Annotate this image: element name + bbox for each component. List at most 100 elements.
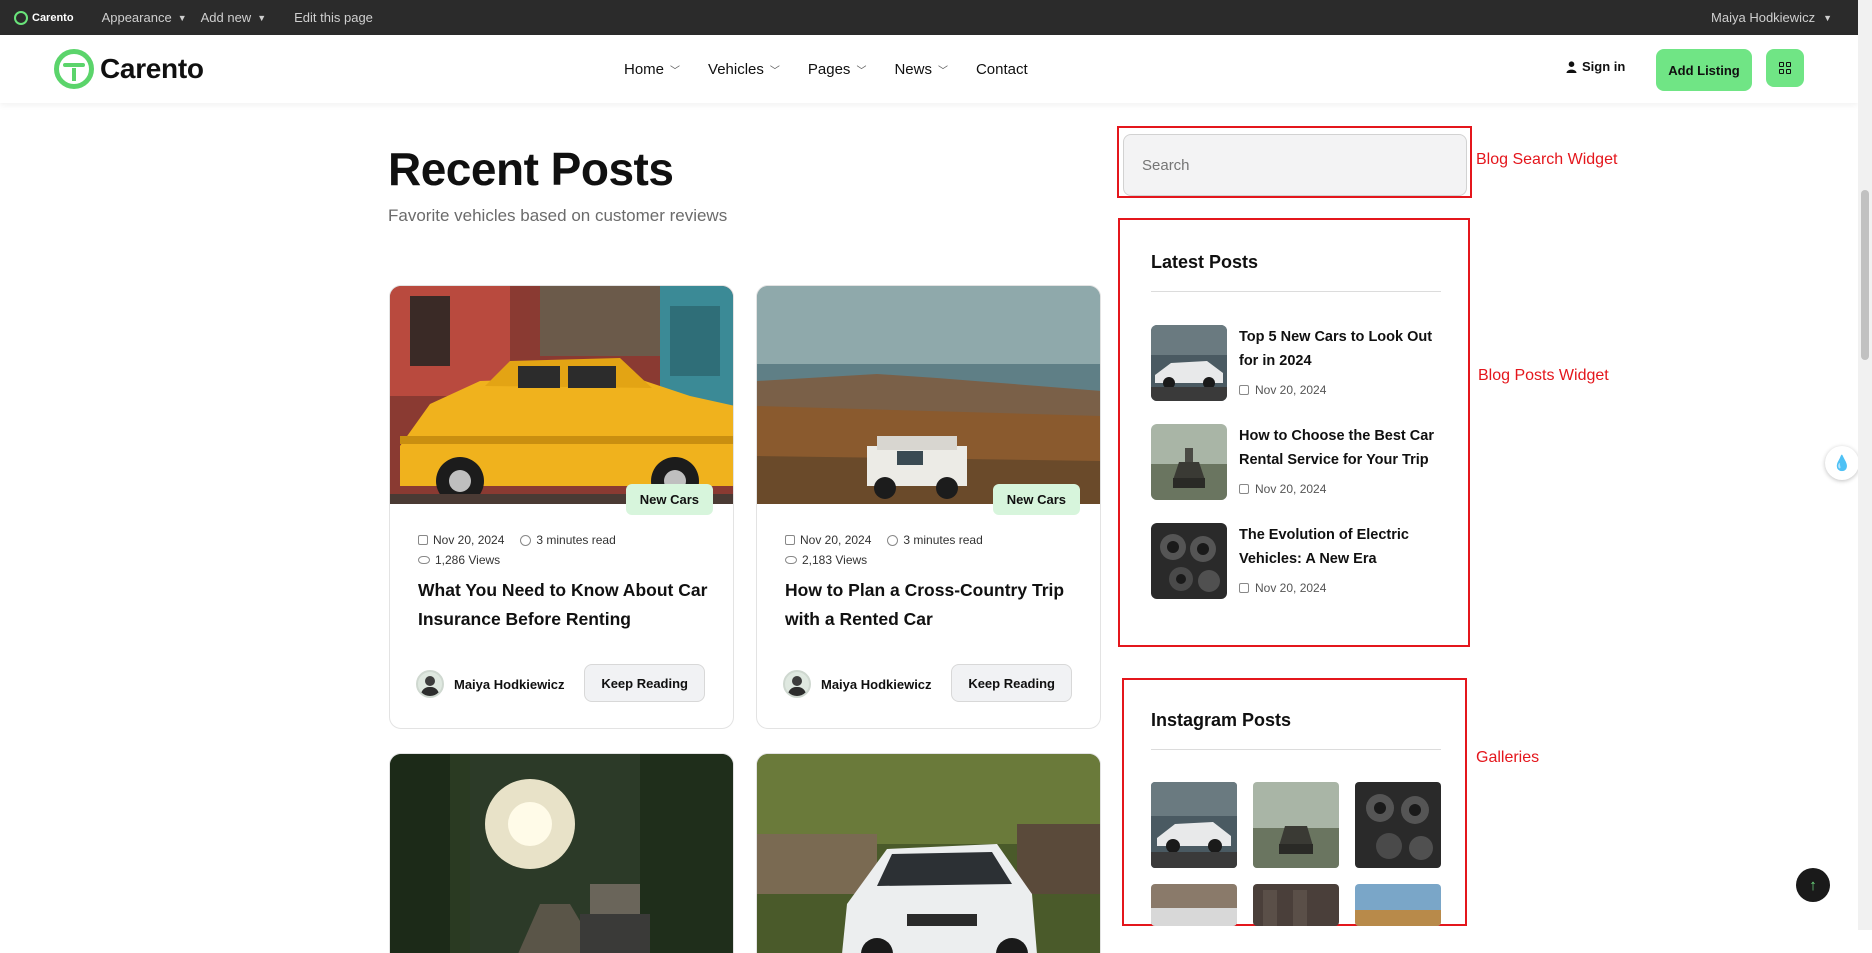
author-name: Maiya Hodkiewicz [821,676,932,692]
chevron-down-icon: ﹀ [769,65,780,77]
edit-page-label: Edit this page [294,10,373,25]
page-title: Recent Posts [388,143,674,195]
arrow-up-icon: ↑ [1809,876,1817,894]
nav-contact[interactable]: Contact [976,61,1028,78]
calendar-icon [1239,484,1249,494]
main-nav: Home ﹀ Vehicles ﹀ Pages ﹀ News ﹀ Contact [624,35,1028,103]
appearance-label: Appearance [101,10,172,25]
caret-down-icon: ▼ [177,12,187,23]
site-header: Carento Home ﹀ Vehicles ﹀ Pages ﹀ News ﹀… [0,35,1858,103]
latest-post-date: Nov 20, 2024 [1239,383,1326,397]
gallery-image[interactable] [1151,782,1237,868]
steering-wheel-icon [14,10,28,25]
read-time: 3 minutes read [903,533,983,547]
eye-icon [785,556,797,564]
calendar-icon [1239,385,1249,395]
divider [1151,749,1441,750]
apps-grid-button[interactable] [1766,49,1804,87]
latest-post-item[interactable]: Top 5 New Cars to Look Out for in 2024 N… [1151,325,1441,405]
nav-vehicles[interactable]: Vehicles ﹀ [708,61,780,78]
back-to-top-button[interactable]: ↑ [1796,868,1830,902]
page-scrollbar[interactable] [1858,0,1872,930]
post-card[interactable]: New Cars Nov 20, 2024 3 minutes read 1,2… [389,285,734,729]
search-widget-label: Blog Search Widget [1476,151,1618,168]
chevron-down-icon: ﹀ [937,65,948,77]
read-time: 3 minutes read [536,533,616,547]
add-new-menu[interactable]: Add new ▼ [201,10,267,25]
keep-reading-button[interactable]: Keep Reading [951,664,1072,702]
latest-post-image [1151,424,1227,500]
admin-user-menu[interactable]: Maiya Hodkiewicz ▼ [1711,0,1832,35]
scrollbar-thumb[interactable] [1861,190,1869,360]
droplet-icon: 💧 [1832,455,1852,472]
nav-label: Pages [807,60,851,78]
post-author[interactable]: Maiya Hodkiewicz [416,670,565,698]
latest-post-title[interactable]: The Evolution of Electric Vehicles: A Ne… [1239,523,1439,571]
chevron-down-icon: ﹀ [670,65,681,77]
post-card[interactable] [756,753,1101,953]
latest-post-item[interactable]: The Evolution of Electric Vehicles: A Ne… [1151,523,1441,603]
admin-logo[interactable]: Carento [14,10,74,25]
latest-post-item[interactable]: How to Choose the Best Car Rental Servic… [1151,424,1441,504]
post-title[interactable]: How to Plan a Cross-Country Trip with a … [785,576,1085,634]
latest-post-title[interactable]: Top 5 New Cars to Look Out for in 2024 [1239,325,1439,373]
calendar-icon [418,535,428,545]
add-listing-button[interactable]: Add Listing [1656,49,1752,91]
date-text: Nov 20, 2024 [1255,383,1327,397]
caret-down-icon: ▼ [257,12,267,23]
gallery-image[interactable] [1253,884,1339,926]
post-title[interactable]: What You Need to Know About Car Insuranc… [418,576,718,634]
admin-user-name: Maiya Hodkiewicz [1711,10,1816,25]
author-name: Maiya Hodkiewicz [454,676,565,692]
post-card[interactable] [389,753,734,953]
galleries-label: Galleries [1476,749,1540,766]
category-badge[interactable]: New Cars [625,484,713,515]
latest-post-image [1151,325,1227,401]
nav-label: Home [624,60,665,78]
divider [1151,291,1441,292]
posts-widget-label: Blog Posts Widget [1478,367,1609,384]
gallery-image[interactable] [1355,884,1441,926]
clock-icon [887,534,899,546]
latest-posts-title: Latest Posts [1151,252,1259,272]
gallery-image[interactable] [1151,884,1237,926]
search-input[interactable] [1123,134,1467,196]
nav-home[interactable]: Home ﹀ [624,61,680,78]
latest-post-date: Nov 20, 2024 [1239,482,1326,496]
admin-logo-text: Carento [32,11,74,24]
steering-wheel-icon [54,49,94,89]
keep-reading-button[interactable]: Keep Reading [584,664,705,702]
site-logo[interactable]: Carento [54,49,204,89]
appearance-menu[interactable]: Appearance ▼ [102,10,187,25]
page-subtitle: Favorite vehicles based on customer revi… [388,206,728,225]
add-new-label: Add new [200,10,252,25]
view-count: 2,183 Views [802,553,868,567]
nav-label: News [894,60,932,78]
admin-bar: Carento Appearance ▼ Add new ▼ Edit this… [0,0,1872,35]
post-date: Nov 20, 2024 [433,533,505,547]
post-image [390,754,733,953]
post-image [757,286,1100,504]
calendar-icon [785,535,795,545]
chevron-down-icon: ﹀ [856,65,867,77]
post-author[interactable]: Maiya Hodkiewicz [783,670,932,698]
calendar-icon [1239,583,1249,593]
eye-icon [418,556,430,564]
view-count: 1,286 Views [435,553,501,567]
nav-news[interactable]: News ﹀ [894,61,948,78]
gallery-image[interactable] [1253,782,1339,868]
category-badge[interactable]: New Cars [992,484,1080,515]
sign-in-link[interactable]: Sign in [1566,59,1625,74]
gallery-image[interactable] [1355,782,1441,868]
latest-post-image [1151,523,1227,599]
post-date: Nov 20, 2024 [800,533,872,547]
theme-customizer-button[interactable]: 💧 [1825,446,1859,480]
edit-page-link[interactable]: Edit this page [294,10,373,25]
clock-icon [520,534,532,546]
instagram-posts-title: Instagram Posts [1151,710,1292,730]
date-text: Nov 20, 2024 [1255,581,1327,595]
avatar [783,670,811,698]
nav-pages[interactable]: Pages ﹀ [808,61,867,78]
post-card[interactable]: New Cars Nov 20, 2024 3 minutes read 2,1… [756,285,1101,729]
latest-post-title[interactable]: How to Choose the Best Car Rental Servic… [1239,424,1439,472]
